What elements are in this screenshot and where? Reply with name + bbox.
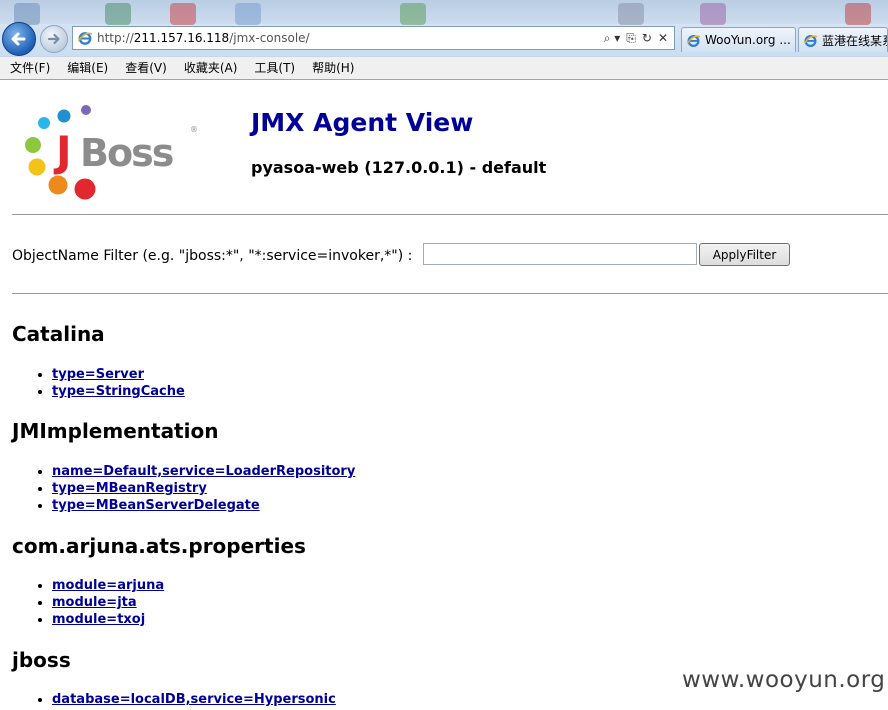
- menu-edit[interactable]: 编辑(E): [57, 58, 115, 78]
- list-item: type=StringCache: [52, 383, 185, 400]
- tab-wooyun[interactable]: WooYun.org ...: [681, 27, 796, 52]
- menu-file[interactable]: 文件(F): [0, 58, 57, 78]
- page-content: J Boss ® JMX Agent View pyasoa-web (127.…: [0, 80, 888, 710]
- svg-text:Boss: Boss: [80, 131, 173, 175]
- stop-icon[interactable]: ✕: [658, 31, 668, 45]
- mbean-list: name=Default,service=LoaderRepository ty…: [12, 463, 355, 514]
- divider: [12, 293, 888, 294]
- desktop-icon: [700, 3, 726, 25]
- list-item: module=arjuna: [52, 577, 164, 594]
- svg-text:J: J: [53, 127, 72, 176]
- ie-tab-icon: [803, 34, 818, 47]
- list-item: name=Default,service=LoaderRepository: [52, 463, 355, 480]
- domain-heading: jboss: [12, 648, 71, 672]
- mbean-link[interactable]: name=Default,service=LoaderRepository: [52, 464, 355, 479]
- domain-heading: Catalina: [12, 322, 105, 346]
- watermark: www.wooyun.org: [682, 667, 886, 693]
- menu-help[interactable]: 帮助(H): [302, 58, 361, 78]
- objectname-filter-input[interactable]: [423, 243, 697, 265]
- menu-bar: 文件(F) 编辑(E) 查看(V) 收藏夹(A) 工具(T) 帮助(H): [0, 56, 888, 79]
- mbean-link[interactable]: module=arjuna: [52, 578, 164, 593]
- tab-label: WooYun.org ...: [705, 33, 791, 47]
- menu-tools[interactable]: 工具(T): [244, 58, 302, 78]
- filter-label: ObjectName Filter (e.g. "jboss:*", "*:se…: [12, 248, 413, 264]
- refresh-icon[interactable]: ↻: [642, 31, 652, 45]
- desktop-icon: [105, 3, 131, 25]
- ie-tab-icon: [686, 34, 701, 47]
- arrow-right-icon: [47, 33, 60, 45]
- list-item: type=MBeanRegistry: [52, 480, 355, 497]
- svg-text:®: ®: [190, 125, 198, 134]
- mbean-link[interactable]: module=jta: [52, 595, 137, 610]
- apply-filter-button[interactable]: ApplyFilter: [699, 243, 790, 266]
- list-item: type=MBeanServerDelegate: [52, 497, 355, 514]
- url-path: /jmx-console/: [229, 31, 310, 45]
- address-bar[interactable]: http://211.157.16.118/jmx-console/ ⌕ ▾ ⎘…: [72, 26, 675, 50]
- mbean-link[interactable]: module=txoj: [52, 612, 145, 627]
- mbean-list: type=Server type=StringCache: [12, 366, 185, 400]
- desktop-icon: [400, 3, 426, 25]
- url-scheme: http://: [97, 31, 134, 45]
- page-subtitle: pyasoa-web (127.0.0.1) - default: [251, 158, 547, 177]
- domain-heading: JMImplementation: [12, 419, 219, 443]
- desktop-icon: [235, 3, 261, 25]
- compatibility-view-icon[interactable]: ⎘: [626, 31, 636, 46]
- desktop-icon: [170, 3, 196, 25]
- mbean-link[interactable]: type=StringCache: [52, 384, 185, 399]
- mbean-list: module=arjuna module=jta module=txoj: [12, 577, 164, 628]
- back-button[interactable]: [2, 22, 36, 56]
- list-item: module=txoj: [52, 611, 164, 628]
- tab-label: 蓝港在线某系: [822, 33, 888, 48]
- arrow-left-icon: [11, 32, 26, 46]
- menu-view[interactable]: 查看(V): [115, 58, 174, 78]
- mbean-link[interactable]: type=Server: [52, 367, 144, 382]
- list-item: module=jta: [52, 594, 164, 611]
- page-title: JMX Agent View: [251, 108, 474, 137]
- ie-page-icon: [77, 32, 93, 45]
- desktop-icon: [618, 3, 644, 25]
- forward-button[interactable]: [40, 25, 68, 53]
- list-item: database=localDB,service=Hypersonic: [52, 691, 336, 708]
- mbean-link[interactable]: database=localDB,service=Hypersonic: [52, 692, 336, 707]
- tab-languang[interactable]: 蓝港在线某系: [798, 27, 888, 52]
- mbean-list: database=localDB,service=Hypersonic: [12, 691, 336, 708]
- domain-heading: com.arjuna.ats.properties: [12, 534, 306, 558]
- search-dropdown-icon[interactable]: ⌕ ▾: [604, 31, 621, 46]
- mbean-link[interactable]: type=MBeanServerDelegate: [52, 498, 260, 513]
- jboss-logo: J Boss ®: [25, 105, 198, 200]
- list-item: type=Server: [52, 366, 185, 383]
- menu-favorites[interactable]: 收藏夹(A): [174, 58, 245, 78]
- mbean-link[interactable]: type=MBeanRegistry: [52, 481, 207, 496]
- url-host: 211.157.16.118: [133, 31, 230, 45]
- browser-chrome: http://211.157.16.118/jmx-console/ ⌕ ▾ ⎘…: [0, 0, 888, 80]
- desktop-icon: [845, 3, 871, 25]
- url-text[interactable]: http://211.157.16.118/jmx-console/: [97, 31, 604, 45]
- desktop-icon-strip: [0, 0, 888, 25]
- divider: [12, 214, 888, 215]
